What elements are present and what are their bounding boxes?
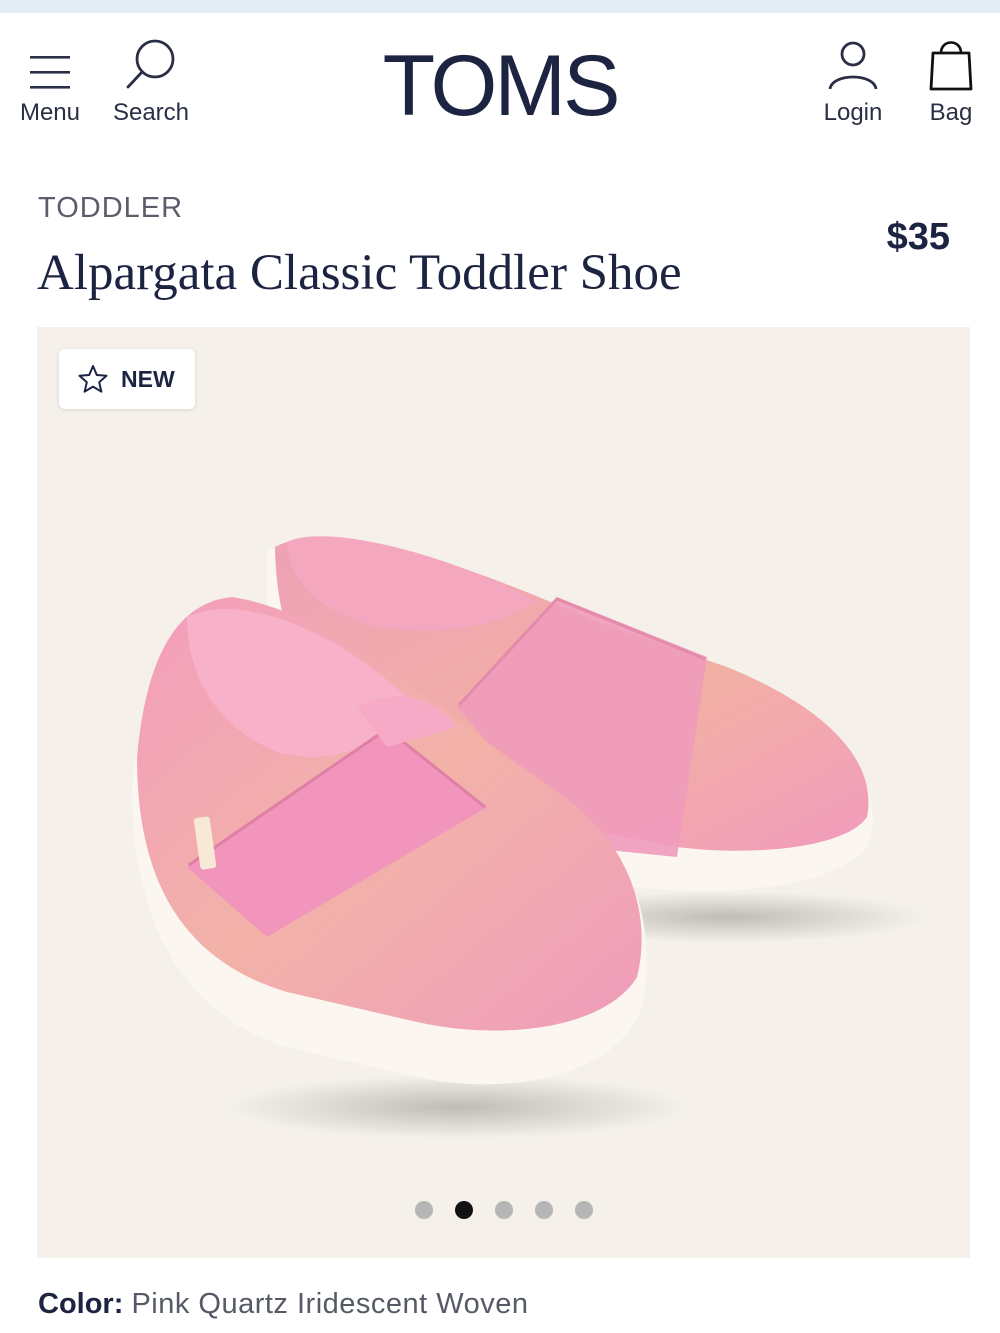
- gallery-pagination: [37, 1201, 970, 1219]
- star-icon: [78, 365, 108, 393]
- product-price: $35: [886, 216, 950, 258]
- bag-label: Bag: [929, 99, 973, 126]
- product-category[interactable]: TODDLER: [38, 192, 183, 225]
- new-badge-label: NEW: [121, 365, 175, 392]
- gallery-dot[interactable]: [414, 1201, 433, 1219]
- color-selection-label: Color: Pink Quartz Iridescent Woven: [38, 1288, 529, 1321]
- search-button[interactable]: Search: [104, 13, 198, 143]
- product-title: Alpargata Classic Toddler Shoe: [37, 245, 682, 301]
- login-label: Login: [823, 99, 883, 126]
- user-icon: [826, 13, 880, 93]
- toms-logo[interactable]: TOMS: [360, 41, 640, 131]
- menu-label: Menu: [19, 99, 81, 126]
- browser-top-strip: [0, 0, 1000, 13]
- color-key: Color:: [38, 1288, 124, 1320]
- new-badge: NEW: [59, 349, 195, 409]
- menu-button[interactable]: Menu: [10, 13, 90, 143]
- site-header: Menu Search TOMS Login Bag: [0, 13, 1000, 153]
- search-icon: [123, 13, 179, 93]
- gallery-dot[interactable]: [534, 1201, 553, 1219]
- bag-icon: [928, 13, 974, 93]
- color-value: Pink Quartz Iridescent Woven: [131, 1288, 529, 1320]
- gallery-dot[interactable]: [494, 1201, 513, 1219]
- product-image: [132, 536, 927, 1139]
- gallery-dot[interactable]: [574, 1201, 593, 1219]
- product-image-gallery[interactable]: NEW: [37, 327, 970, 1258]
- bag-button[interactable]: Bag: [918, 13, 984, 143]
- search-label: Search: [112, 99, 190, 126]
- login-button[interactable]: Login: [815, 13, 891, 143]
- hamburger-icon: [28, 13, 72, 93]
- gallery-dot-active[interactable]: [454, 1201, 473, 1219]
